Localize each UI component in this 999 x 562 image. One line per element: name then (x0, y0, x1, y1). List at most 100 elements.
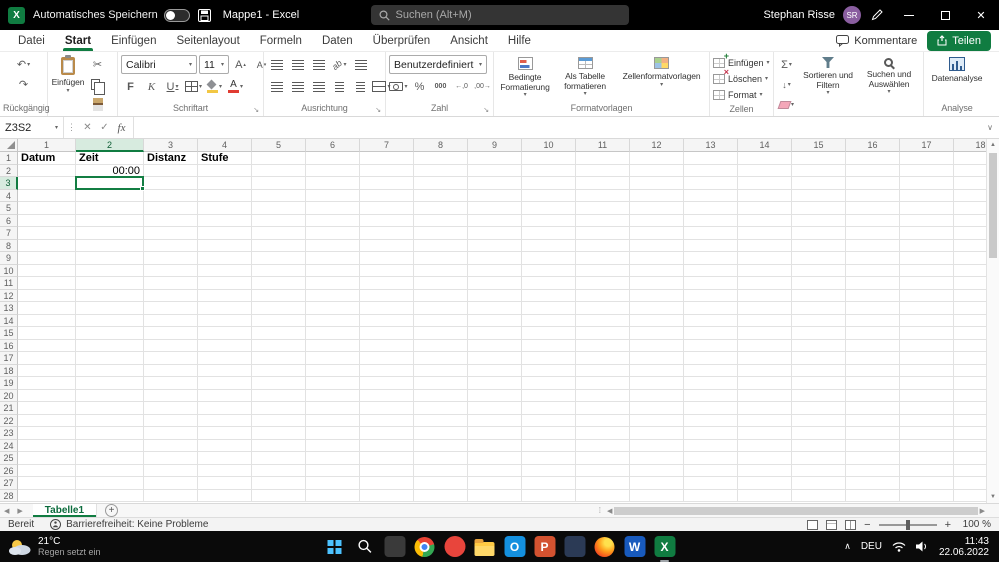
cell[interactable] (18, 314, 76, 327)
align-center-button[interactable] (288, 77, 307, 96)
cell[interactable] (252, 327, 306, 340)
cell[interactable] (576, 364, 630, 377)
cell[interactable] (360, 314, 414, 327)
page-break-view-button[interactable] (845, 519, 857, 530)
cell[interactable] (144, 464, 198, 477)
cell[interactable] (252, 414, 306, 427)
cell[interactable] (684, 252, 738, 265)
cell[interactable] (18, 452, 76, 465)
cell[interactable] (306, 352, 360, 365)
cell[interactable] (76, 327, 144, 340)
cell[interactable] (792, 252, 846, 265)
share-button[interactable]: Teilen (927, 30, 991, 51)
cell[interactable] (18, 339, 76, 352)
cell[interactable] (198, 239, 252, 252)
cell[interactable] (792, 327, 846, 340)
cell[interactable] (144, 414, 198, 427)
column-header[interactable]: 10 (522, 139, 576, 152)
cell[interactable] (522, 252, 576, 265)
cell[interactable] (576, 289, 630, 302)
cell[interactable] (306, 189, 360, 202)
cell[interactable] (144, 239, 198, 252)
cell[interactable] (846, 339, 900, 352)
column-header[interactable]: 8 (414, 139, 468, 152)
cell[interactable] (576, 414, 630, 427)
cell[interactable] (630, 189, 684, 202)
cell[interactable] (468, 327, 522, 340)
cell[interactable] (738, 164, 792, 177)
cell[interactable] (954, 340, 986, 352)
cell[interactable] (360, 464, 414, 477)
cell[interactable] (76, 339, 144, 352)
align-right-button[interactable] (309, 77, 328, 96)
row-header[interactable]: 27 (0, 477, 18, 490)
scroll-down-icon[interactable]: ▼ (987, 491, 999, 503)
cell[interactable] (468, 239, 522, 252)
fill-button[interactable]: ↓ ▾ (777, 75, 796, 94)
cell[interactable] (630, 177, 684, 190)
dialog-launcher-icon[interactable]: ↘ (483, 107, 489, 114)
formula-bar-expand-icon[interactable]: ∨ (981, 123, 999, 132)
cell[interactable] (468, 489, 522, 502)
cell[interactable] (738, 289, 792, 302)
cell[interactable] (522, 177, 576, 190)
cell[interactable] (198, 314, 252, 327)
font-size-select[interactable]: 11 ▾ (199, 55, 229, 74)
cell[interactable] (846, 364, 900, 377)
cell[interactable] (576, 202, 630, 215)
cell[interactable] (576, 452, 630, 465)
cell[interactable] (306, 464, 360, 477)
cell[interactable] (738, 227, 792, 240)
cell[interactable] (792, 239, 846, 252)
cell[interactable] (954, 190, 986, 202)
cell[interactable] (846, 214, 900, 227)
cell[interactable] (252, 264, 306, 277)
cell[interactable] (522, 414, 576, 427)
cell[interactable] (792, 352, 846, 365)
cell[interactable] (630, 389, 684, 402)
cell[interactable] (468, 202, 522, 215)
language-indicator[interactable]: DEU (861, 541, 882, 552)
cell[interactable] (252, 239, 306, 252)
cell[interactable] (306, 152, 360, 165)
cell[interactable] (198, 302, 252, 315)
cell[interactable] (76, 189, 144, 202)
cell[interactable] (414, 164, 468, 177)
cell[interactable] (414, 227, 468, 240)
cell[interactable] (76, 364, 144, 377)
cell[interactable] (360, 302, 414, 315)
cell[interactable] (468, 314, 522, 327)
cell[interactable] (900, 227, 954, 240)
cell[interactable] (468, 177, 522, 190)
user-name[interactable]: Stephan Risse (763, 9, 835, 21)
cell[interactable] (846, 289, 900, 302)
percent-button[interactable]: % (410, 77, 429, 96)
cell[interactable] (900, 252, 954, 265)
cell[interactable] (522, 227, 576, 240)
cell[interactable] (738, 464, 792, 477)
cell[interactable] (576, 302, 630, 315)
cell[interactable] (684, 164, 738, 177)
cell[interactable] (900, 377, 954, 390)
row-header[interactable]: 10 (0, 264, 18, 277)
cell[interactable] (684, 202, 738, 215)
autosave-toggle[interactable] (163, 8, 190, 22)
cell[interactable] (18, 364, 76, 377)
increase-decimal-button[interactable]: ←,0 (452, 77, 471, 96)
column-header[interactable]: 12 (630, 139, 684, 152)
cell[interactable] (306, 489, 360, 502)
cell[interactable] (76, 227, 144, 240)
cell[interactable] (522, 364, 576, 377)
cell[interactable] (144, 164, 198, 177)
cell[interactable] (18, 239, 76, 252)
cell[interactable] (630, 227, 684, 240)
cell[interactable] (900, 452, 954, 465)
cell[interactable] (738, 339, 792, 352)
cell[interactable] (684, 327, 738, 340)
cell[interactable] (468, 389, 522, 402)
cell[interactable] (76, 289, 144, 302)
cell[interactable] (900, 202, 954, 215)
weather-widget[interactable]: 21°C Regen setzt ein (0, 536, 101, 557)
cell[interactable] (738, 302, 792, 315)
data-analysis-button[interactable]: Datenanalyse (927, 55, 987, 84)
